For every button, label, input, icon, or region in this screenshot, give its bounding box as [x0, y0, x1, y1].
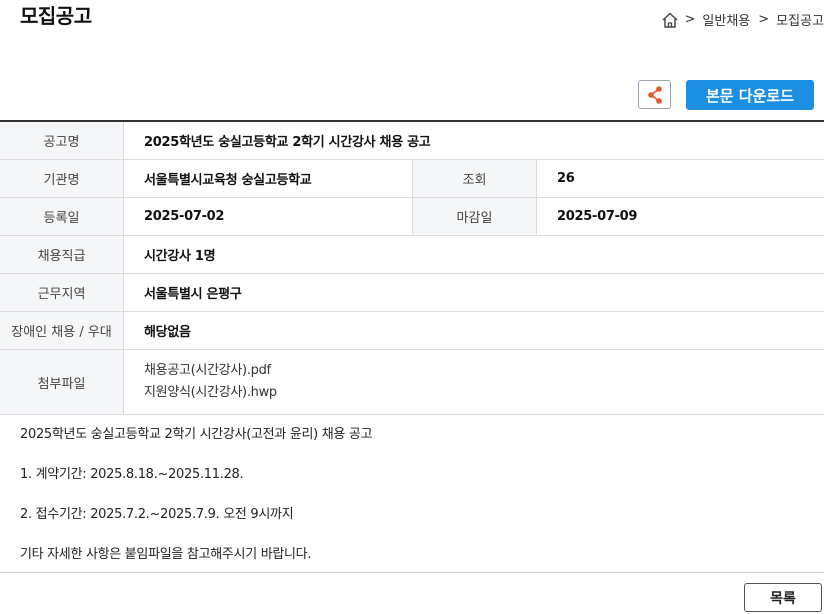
- deadline-label: 마감일: [412, 197, 537, 236]
- body-line: 기타 자세한 사항은 붙임파일을 참고해주시기 바랍니다.: [20, 547, 312, 562]
- title-label: 공고명: [0, 121, 124, 160]
- table-row: 장애인 채용 / 우대 해당없음: [0, 311, 824, 350]
- table-row: 첨부파일 채용공고(시간강사).pdf 지원양식(시간강사).hwp: [0, 349, 824, 415]
- position-label: 채용직급: [0, 235, 124, 274]
- list-button[interactable]: 목록: [744, 583, 822, 612]
- divider: [0, 572, 824, 573]
- attachment-link-hwp[interactable]: 지원양식(시간강사).hwp: [144, 382, 824, 404]
- reg-date-label: 등록일: [0, 197, 124, 236]
- posting-body: 2025학년도 숭실고등학교 2학기 시간강사(고전과 윤리) 채용 공고 1.…: [20, 425, 373, 585]
- breadcrumb-item-recruit-notice[interactable]: 모집공고: [776, 10, 824, 29]
- deadline-value: 2025-07-09: [536, 197, 824, 236]
- download-body-button[interactable]: 본문 다운로드: [686, 80, 814, 110]
- table-row: 등록일 2025-07-02 마감일 2025-07-09: [0, 197, 824, 236]
- table-row: 기관명 서울특별시교육청 숭실고등학교 조회 26: [0, 159, 824, 198]
- views-label: 조회: [412, 159, 537, 198]
- attachments-value: 채용공고(시간강사).pdf 지원양식(시간강사).hwp: [123, 349, 824, 415]
- breadcrumb: > 일반채용 > 모집공고: [661, 10, 824, 29]
- breadcrumb-item-general-recruit[interactable]: 일반채용: [702, 10, 750, 29]
- posting-info-table: 공고명 2025학년도 숭실고등학교 2학기 시간강사 채용 공고 기관명 서울…: [0, 120, 824, 415]
- share-icon: [647, 85, 662, 104]
- page-title: 모집공고: [20, 4, 92, 28]
- table-row: 공고명 2025학년도 숭실고등학교 2학기 시간강사 채용 공고: [0, 121, 824, 160]
- views-value: 26: [536, 159, 824, 198]
- body-line: 2. 접수기간: 2025.7.2.~2025.7.9. 오전 9시까지: [20, 507, 294, 522]
- breadcrumb-separator: >: [684, 12, 696, 27]
- region-label: 근무지역: [0, 273, 124, 312]
- position-value: 시간강사 1명: [123, 235, 824, 274]
- attachment-link-pdf[interactable]: 채용공고(시간강사).pdf: [144, 360, 824, 382]
- org-value: 서울특별시교육청 숭실고등학교: [123, 159, 413, 198]
- share-button[interactable]: [638, 80, 671, 109]
- reg-date-value: 2025-07-02: [123, 197, 413, 236]
- body-line: 2025학년도 숭실고등학교 2학기 시간강사(고전과 윤리) 채용 공고: [20, 427, 373, 442]
- table-row: 채용직급 시간강사 1명: [0, 235, 824, 274]
- table-row: 근무지역 서울특별시 은평구: [0, 273, 824, 312]
- disability-value: 해당없음: [123, 311, 824, 350]
- job-posting-page: 모집공고 > 일반채용 > 모집공고 본문 다운로드 공고명 2025학년도 숭…: [0, 0, 824, 614]
- disability-label: 장애인 채용 / 우대: [0, 311, 124, 350]
- region-value: 서울특별시 은평구: [123, 273, 824, 312]
- attachments-label: 첨부파일: [0, 349, 124, 415]
- title-value: 2025학년도 숭실고등학교 2학기 시간강사 채용 공고: [123, 121, 824, 160]
- home-icon[interactable]: [661, 11, 679, 29]
- body-line: 1. 계약기간: 2025.8.18.~2025.11.28.: [20, 467, 244, 482]
- org-label: 기관명: [0, 159, 124, 198]
- breadcrumb-separator: >: [758, 12, 770, 27]
